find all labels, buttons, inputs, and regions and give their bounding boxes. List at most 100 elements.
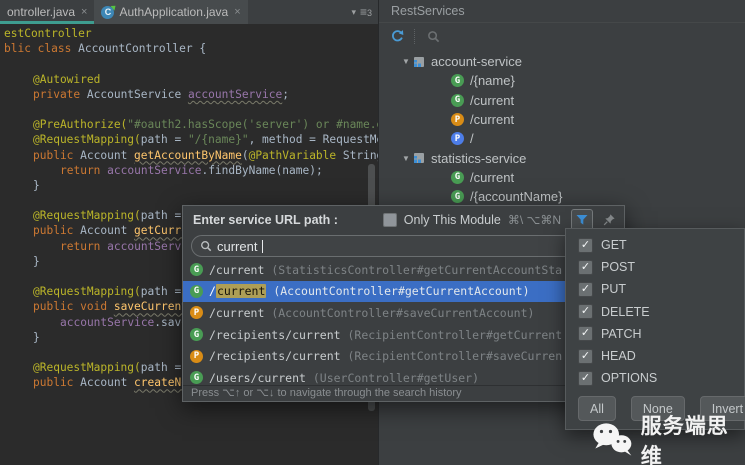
code-line: public Account getAccountByName(@PathVar… — [0, 148, 378, 163]
checkbox-checked-icon[interactable]: ✓ — [578, 326, 593, 341]
code-line: } — [0, 178, 378, 193]
result-controller: (AccountController#getCurrentAccount) — [266, 284, 529, 298]
get-method-icon: G — [190, 328, 203, 341]
method-filter-head[interactable]: ✓ HEAD — [566, 345, 744, 367]
post-method-icon: P — [451, 132, 464, 145]
close-icon[interactable]: × — [234, 6, 240, 18]
checkbox-checked-icon[interactable]: ✓ — [578, 304, 593, 319]
only-module-label: Only This Module — [404, 213, 501, 227]
code-line: blic class AccountController { — [0, 41, 378, 56]
method-filter-patch[interactable]: ✓ PATCH — [566, 323, 744, 345]
refresh-icon[interactable] — [388, 28, 406, 46]
result-controller: (UserController#getUser) — [306, 371, 479, 385]
popup-header: Enter service URL path : Only This Modul… — [183, 206, 624, 233]
tree-item-current[interactable]: G/current — [379, 91, 745, 110]
put-method-icon: P — [190, 306, 203, 319]
code-line — [0, 102, 378, 117]
tree-item-accountName[interactable]: G/{accountName} — [379, 187, 745, 206]
watermark-text: 服务端思维 — [641, 410, 745, 465]
get-method-icon: G — [451, 74, 464, 87]
result-row[interactable]: G/recipients/current (RecipientControlle… — [183, 324, 624, 346]
result-row[interactable]: G/current (AccountController#getCurrentA… — [183, 281, 624, 303]
result-row[interactable]: P/recipients/current (RecipientControlle… — [183, 345, 624, 367]
checkbox-checked-icon[interactable]: ✓ — [578, 349, 593, 364]
method-checkbox-list: ✓GET✓POST✓PUT✓DELETE✓PATCH✓HEAD✓OPTIONS — [566, 229, 744, 389]
method-label: GET — [601, 238, 627, 252]
method-label: POST — [601, 260, 635, 274]
module-label: statistics-service — [431, 151, 526, 166]
tab-authapplication-java[interactable]: C AuthApplication.java × — [94, 0, 247, 24]
tree-item-accountservice[interactable]: ▼ account-service — [379, 52, 745, 71]
endpoint-label: / — [470, 131, 474, 146]
hidden-tabs-icon[interactable]: ≡3 — [360, 5, 372, 19]
code-line: @Autowired — [0, 72, 378, 87]
checkbox-checked-icon[interactable]: ✓ — [578, 260, 593, 275]
result-path: /current — [209, 306, 264, 320]
search-icon[interactable] — [424, 28, 442, 46]
popup-footer-hint: Press ⌥↑ or ⌥↓ to navigate through the s… — [183, 385, 624, 401]
result-path: /current — [209, 263, 264, 277]
endpoint-label: /current — [470, 112, 514, 127]
method-filter-put[interactable]: ✓PUT — [566, 278, 744, 300]
service-tree: ▼account-serviceG/{name}G/currentP/curre… — [379, 52, 745, 206]
tab-controller-java[interactable]: ontroller.java × — [0, 0, 94, 24]
pin-icon[interactable] — [600, 211, 618, 229]
code-line: estController — [0, 26, 378, 41]
tool-window-toolbar — [379, 23, 745, 50]
method-filter-delete[interactable]: ✓ DELETE — [566, 301, 744, 323]
code-line — [0, 56, 378, 71]
checkbox-checked-icon[interactable]: ✓ — [578, 282, 593, 297]
code-line: return accountService.findByName(name); — [0, 163, 378, 178]
tree-item-current[interactable]: G/current — [379, 168, 745, 187]
popup-title: Enter service URL path : — [193, 213, 338, 227]
tree-item-name[interactable]: G/{name} — [379, 71, 745, 90]
method-label: HEAD — [601, 349, 636, 363]
http-method-filter-dropdown: ✓GET✓POST✓PUT✓DELETE✓PATCH✓HEAD✓OPTIONS … — [565, 228, 745, 430]
result-controller: (AccountController#saveCurrentAccount) — [264, 306, 534, 320]
result-row[interactable]: P/current (AccountController#saveCurrent… — [183, 302, 624, 324]
method-label: DELETE — [601, 305, 650, 319]
get-method-icon: G — [190, 371, 203, 384]
put-method-icon: P — [190, 350, 203, 363]
module-label: account-service — [431, 54, 522, 69]
result-row[interactable]: G/users/current (UserController#getUser) — [183, 367, 624, 386]
chevron-expanded-icon[interactable]: ▼ — [399, 57, 413, 66]
toolbar-separator — [414, 29, 416, 44]
ide-window: ontroller.java × C AuthApplication.java … — [0, 0, 745, 465]
chevron-expanded-icon[interactable]: ▼ — [399, 154, 413, 163]
result-controller: (StatisticsController#getCurrentAccountS… — [264, 263, 562, 277]
tree-item-[interactable]: P/ — [379, 129, 745, 148]
method-label: PATCH — [601, 327, 642, 341]
watermark: 服务端思维 — [592, 410, 745, 465]
method-filter-options[interactable]: ✓ OPTIONS — [566, 367, 744, 389]
only-module-checkbox[interactable] — [383, 213, 397, 227]
get-method-icon: G — [190, 263, 203, 276]
close-icon[interactable]: × — [81, 6, 87, 18]
result-list: G/current (StatisticsController#getCurre… — [183, 259, 624, 386]
search-input[interactable]: current — [191, 235, 616, 257]
tree-item-statisticsservice[interactable]: ▼ statistics-service — [379, 148, 745, 167]
search-value: current — [217, 239, 257, 254]
module-icon — [413, 152, 425, 164]
goto-url-popup: Enter service URL path : Only This Modul… — [182, 205, 625, 402]
endpoint-label: /current — [470, 170, 514, 185]
wechat-logo-icon — [592, 420, 634, 460]
method-filter-post[interactable]: ✓ POST — [566, 256, 744, 278]
shortcut-hint: ⌘\ ⌥⌘N — [508, 213, 561, 227]
tab-label: ontroller.java — [7, 5, 75, 19]
search-row: current — [183, 233, 624, 260]
chevron-down-icon[interactable]: ▾ — [351, 7, 356, 18]
checkbox-checked-icon[interactable]: ✓ — [578, 238, 593, 253]
endpoint-label: /{accountName} — [470, 189, 563, 204]
tab-bar-extras: ▾ ≡3 — [351, 0, 378, 24]
get-method-icon: G — [190, 285, 203, 298]
result-row[interactable]: G/current (StatisticsController#getCurre… — [183, 259, 624, 281]
checkbox-checked-icon[interactable]: ✓ — [578, 371, 593, 386]
method-filter-get[interactable]: ✓ GET — [566, 234, 744, 256]
magnifier-icon — [200, 240, 212, 252]
method-label: OPTIONS — [601, 371, 657, 385]
result-controller: (RecipientController#getCurrent — [341, 328, 563, 342]
put-method-icon: P — [451, 113, 464, 126]
tree-item-current[interactable]: P/current — [379, 110, 745, 129]
code-line: @PreAuthorize("#oauth2.hasScope('server'… — [0, 117, 378, 132]
